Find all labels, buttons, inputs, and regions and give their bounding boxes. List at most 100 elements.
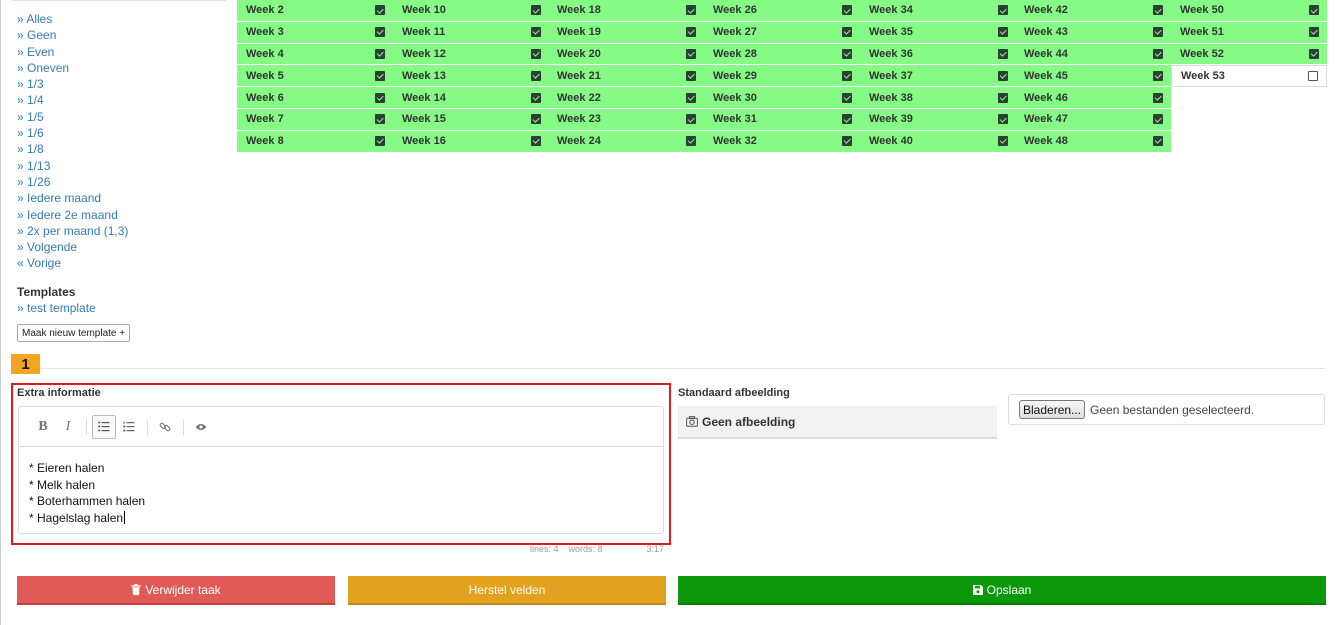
week-cell[interactable]: Week 45 xyxy=(1015,65,1171,88)
week-cell[interactable]: Week 48 xyxy=(1015,130,1171,153)
week-checkbox-checked[interactable] xyxy=(686,5,696,16)
extra-info-editor[interactable]: B I * Eieren halen * Melk halen * Boterh… xyxy=(18,406,664,534)
week-checkbox-checked[interactable] xyxy=(998,92,1008,103)
week-checkbox-checked[interactable] xyxy=(1153,136,1163,147)
numbered-list-button[interactable] xyxy=(117,415,141,439)
quick-select-link[interactable]: » 2x per maand (1,3) xyxy=(17,223,227,239)
week-cell[interactable]: Week 13 xyxy=(393,65,549,88)
bold-button[interactable]: B xyxy=(31,415,55,439)
week-cell[interactable]: Week 19 xyxy=(548,21,704,44)
quick-select-link[interactable]: » Volgende xyxy=(17,239,227,255)
week-cell[interactable]: Week 26 xyxy=(704,0,860,22)
week-cell[interactable]: Week 51 xyxy=(1171,21,1327,44)
delete-task-button[interactable]: Verwijder taak xyxy=(17,576,335,605)
week-checkbox-checked[interactable] xyxy=(842,27,852,38)
quick-select-link[interactable]: » Iedere 2e maand xyxy=(17,207,227,223)
week-checkbox-checked[interactable] xyxy=(375,136,385,147)
week-cell[interactable]: Week 6 xyxy=(237,87,393,109)
week-checkbox-checked[interactable] xyxy=(375,114,385,125)
week-cell[interactable]: Week 52 xyxy=(1171,43,1327,66)
week-checkbox-checked[interactable] xyxy=(842,70,852,81)
week-checkbox-checked[interactable] xyxy=(998,48,1008,59)
quick-select-link[interactable]: » Alles xyxy=(17,11,227,27)
week-checkbox-checked[interactable] xyxy=(1309,48,1319,59)
week-checkbox-checked[interactable] xyxy=(998,5,1008,16)
week-cell[interactable]: Week 42 xyxy=(1015,0,1171,22)
week-cell[interactable]: Week 2 xyxy=(237,0,393,22)
week-cell[interactable]: Week 27 xyxy=(704,21,860,44)
week-checkbox-checked[interactable] xyxy=(531,114,541,125)
week-checkbox-checked[interactable] xyxy=(686,136,696,147)
reset-fields-button[interactable]: Herstel velden xyxy=(348,576,666,605)
week-cell[interactable]: Week 12 xyxy=(393,43,549,66)
week-checkbox-checked[interactable] xyxy=(842,5,852,16)
week-cell[interactable]: Week 47 xyxy=(1015,108,1171,131)
quick-select-link[interactable]: » Iedere maand xyxy=(17,190,227,206)
week-checkbox-checked[interactable] xyxy=(686,70,696,81)
week-cell[interactable]: Week 10 xyxy=(393,0,549,22)
week-checkbox-checked[interactable] xyxy=(1153,92,1163,103)
italic-button[interactable]: I xyxy=(56,415,80,439)
week-checkbox-checked[interactable] xyxy=(998,27,1008,38)
link-button[interactable] xyxy=(153,415,177,439)
week-cell[interactable]: Week 29 xyxy=(704,65,860,88)
week-cell[interactable]: Week 18 xyxy=(548,0,704,22)
quick-select-link[interactable]: » 1/5 xyxy=(17,109,227,125)
week-checkbox-checked[interactable] xyxy=(686,92,696,103)
week-checkbox-checked[interactable] xyxy=(1153,5,1163,16)
week-cell[interactable]: Week 16 xyxy=(393,130,549,153)
bullet-list-button[interactable] xyxy=(92,414,116,439)
week-checkbox-checked[interactable] xyxy=(842,114,852,125)
week-checkbox-checked[interactable] xyxy=(375,92,385,103)
week-cell[interactable]: Week 44 xyxy=(1015,43,1171,66)
week-checkbox-checked[interactable] xyxy=(1153,48,1163,59)
week-cell[interactable]: Week 37 xyxy=(860,65,1016,88)
week-checkbox-checked[interactable] xyxy=(1153,27,1163,38)
week-cell[interactable]: Week 4 xyxy=(237,43,393,66)
week-checkbox-checked[interactable] xyxy=(531,48,541,59)
week-cell[interactable]: Week 43 xyxy=(1015,21,1171,44)
week-cell[interactable]: Week 5 xyxy=(237,65,393,88)
week-checkbox-checked[interactable] xyxy=(531,5,541,16)
browse-button[interactable]: Bladeren... xyxy=(1019,400,1086,419)
week-cell[interactable]: Week 15 xyxy=(393,108,549,131)
quick-select-link[interactable]: » Even xyxy=(17,44,227,60)
quick-select-link[interactable]: » Oneven xyxy=(17,60,227,76)
week-checkbox-checked[interactable] xyxy=(686,27,696,38)
week-checkbox-checked[interactable] xyxy=(375,48,385,59)
week-checkbox-checked[interactable] xyxy=(998,136,1008,147)
week-checkbox-checked[interactable] xyxy=(842,48,852,59)
week-checkbox-checked[interactable] xyxy=(1309,5,1319,16)
week-checkbox-checked[interactable] xyxy=(842,136,852,147)
week-checkbox-checked[interactable] xyxy=(686,114,696,125)
week-checkbox-checked[interactable] xyxy=(686,48,696,59)
save-button[interactable]: Opslaan xyxy=(678,576,1326,605)
week-checkbox-checked[interactable] xyxy=(531,27,541,38)
week-cell[interactable]: Week 28 xyxy=(704,43,860,66)
week-cell[interactable]: Week 50 xyxy=(1171,0,1327,22)
week-checkbox-checked[interactable] xyxy=(1309,27,1319,38)
week-checkbox-checked[interactable] xyxy=(375,27,385,38)
week-cell[interactable]: Week 36 xyxy=(860,43,1016,66)
week-cell[interactable]: Week 20 xyxy=(548,43,704,66)
week-cell[interactable]: Week 46 xyxy=(1015,87,1171,109)
quick-select-link[interactable]: » 1/13 xyxy=(17,158,227,174)
week-checkbox-checked[interactable] xyxy=(1153,114,1163,125)
week-cell[interactable]: Week 8 xyxy=(237,130,393,153)
week-cell[interactable]: Week 39 xyxy=(860,108,1016,131)
week-cell[interactable]: Week 24 xyxy=(548,130,704,153)
editor-content[interactable]: * Eieren halen * Melk halen * Boterhammen … xyxy=(19,447,663,539)
quick-select-link[interactable]: » 1/4 xyxy=(17,92,227,108)
week-checkbox-unchecked[interactable] xyxy=(1308,71,1318,82)
week-cell[interactable]: Week 53 xyxy=(1171,65,1327,88)
quick-select-link[interactable]: » 1/8 xyxy=(17,141,227,157)
quick-select-link[interactable]: » 1/26 xyxy=(17,174,227,190)
week-cell[interactable]: Week 3 xyxy=(237,21,393,44)
week-cell[interactable]: Week 35 xyxy=(860,21,1016,44)
template-link-test[interactable]: » test template xyxy=(17,301,96,315)
preview-button[interactable] xyxy=(189,415,213,439)
week-cell[interactable]: Week 23 xyxy=(548,108,704,131)
week-cell[interactable]: Week 34 xyxy=(860,0,1016,22)
week-checkbox-checked[interactable] xyxy=(531,70,541,81)
week-checkbox-checked[interactable] xyxy=(531,136,541,147)
